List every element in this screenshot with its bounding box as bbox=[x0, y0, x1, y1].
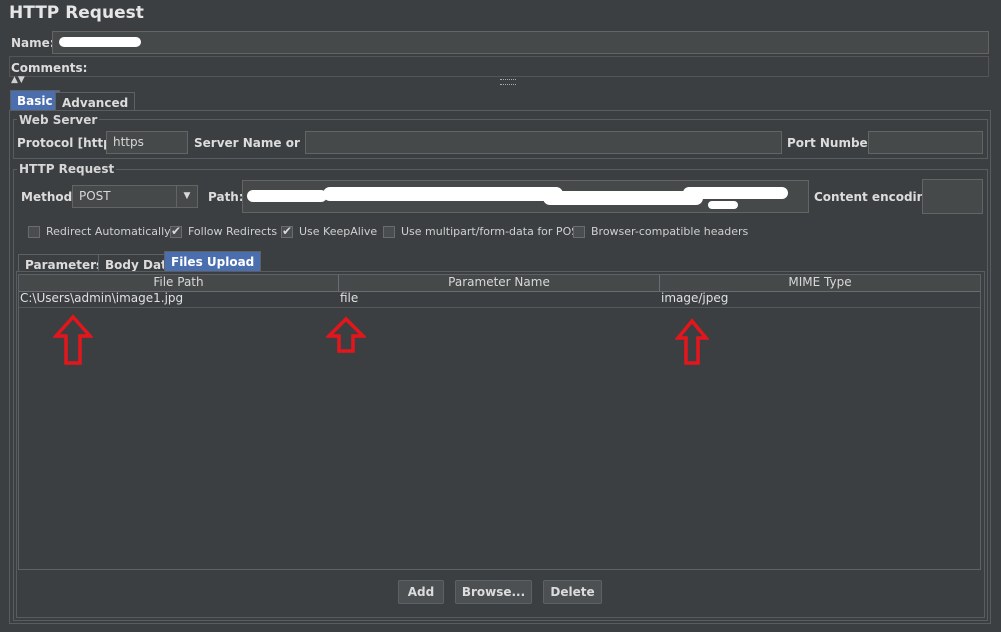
protocol-input[interactable]: https bbox=[106, 131, 188, 154]
annotation-arrow-icon bbox=[326, 316, 366, 353]
collapse-arrows-icon[interactable]: ▲▼ bbox=[11, 76, 25, 85]
tab-basic[interactable]: Basic bbox=[10, 90, 60, 111]
splitter-grip-icon[interactable] bbox=[500, 79, 516, 85]
browse-button[interactable]: Browse... bbox=[455, 580, 532, 604]
method-label: Method: bbox=[21, 190, 77, 204]
redirect-automatically-checkbox[interactable]: Redirect Automatically bbox=[28, 225, 171, 238]
redaction-scribble bbox=[683, 187, 788, 199]
checkbox-icon bbox=[383, 225, 395, 238]
cell-mime-type[interactable]: image/jpeg bbox=[661, 291, 728, 307]
add-button[interactable]: Add bbox=[398, 580, 444, 604]
server-label: Server Name or IP: bbox=[194, 136, 323, 150]
redaction-scribble bbox=[59, 37, 141, 47]
browser-compatible-headers-checkbox[interactable]: Browser-compatible headers bbox=[573, 225, 748, 238]
encoding-label: Content encoding: bbox=[814, 190, 939, 204]
column-header-parameter-name[interactable]: Parameter Name bbox=[339, 275, 660, 291]
annotation-arrow-icon bbox=[675, 318, 709, 365]
redaction-scribble bbox=[543, 191, 703, 205]
checkbox-checked-icon bbox=[281, 224, 293, 238]
name-label: Name: bbox=[11, 36, 55, 50]
delete-button[interactable]: Delete bbox=[543, 580, 602, 604]
web-server-title: Web Server bbox=[17, 113, 100, 127]
name-input[interactable] bbox=[52, 31, 989, 54]
path-input[interactable] bbox=[242, 180, 809, 213]
checkbox-label: Redirect Automatically bbox=[46, 225, 171, 238]
use-keepalive-checkbox[interactable]: Use KeepAlive bbox=[281, 224, 378, 238]
tab-parameters[interactable]: Parameters bbox=[18, 254, 111, 272]
comments-input[interactable] bbox=[9, 56, 989, 77]
window-title: HTTP Request bbox=[9, 3, 144, 23]
follow-redirects-checkbox[interactable]: Follow Redirects bbox=[170, 224, 278, 238]
column-header-file-path[interactable]: File Path bbox=[19, 275, 339, 291]
checkbox-icon bbox=[573, 225, 585, 238]
use-multipart-checkbox[interactable]: Use multipart/form-data for POST bbox=[383, 225, 585, 238]
files-table: File Path Parameter Name MIME Type C:\Us… bbox=[18, 274, 981, 570]
redaction-scribble bbox=[247, 190, 327, 202]
checkbox-label: Use multipart/form-data for POST bbox=[401, 225, 585, 238]
column-header-mime-type[interactable]: MIME Type bbox=[660, 275, 980, 291]
redaction-scribble bbox=[323, 187, 563, 201]
table-header: File Path Parameter Name MIME Type bbox=[19, 275, 980, 292]
checkbox-label: Browser-compatible headers bbox=[591, 225, 749, 238]
method-value: POST bbox=[79, 189, 111, 203]
port-input[interactable] bbox=[868, 131, 983, 154]
encoding-input[interactable] bbox=[922, 179, 983, 214]
checkbox-icon bbox=[28, 225, 40, 238]
redaction-scribble bbox=[708, 201, 738, 209]
cell-parameter-name[interactable]: file bbox=[340, 291, 358, 307]
method-select[interactable]: POST ▼ bbox=[72, 185, 198, 208]
path-label: Path: bbox=[208, 190, 244, 204]
chevron-down-icon[interactable]: ▼ bbox=[176, 186, 197, 207]
annotation-arrow-icon bbox=[53, 314, 93, 365]
cell-file-path[interactable]: C:\Users\admin\image1.jpg bbox=[20, 291, 183, 307]
checkbox-label: Use KeepAlive bbox=[299, 225, 378, 238]
tab-advanced[interactable]: Advanced bbox=[55, 92, 136, 111]
table-row[interactable]: C:\Users\admin\image1.jpg file image/jpe… bbox=[19, 291, 980, 308]
tab-files-upload[interactable]: Files Upload bbox=[164, 251, 262, 272]
checkbox-checked-icon bbox=[170, 224, 182, 238]
checkbox-label: Follow Redirects bbox=[188, 225, 278, 238]
server-input[interactable] bbox=[305, 131, 782, 154]
http-request-title: HTTP Request bbox=[17, 162, 117, 176]
port-label: Port Number: bbox=[787, 136, 879, 150]
